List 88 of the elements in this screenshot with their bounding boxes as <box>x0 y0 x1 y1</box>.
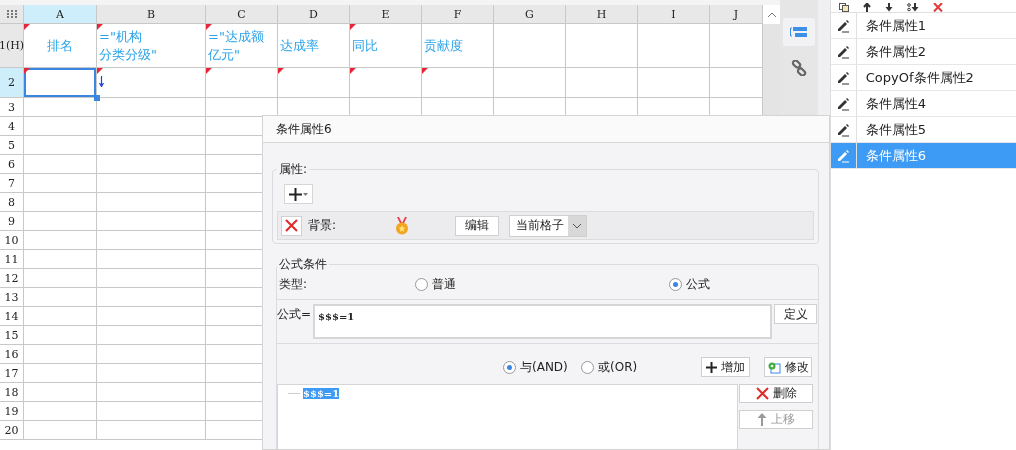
pencil-icon <box>836 122 851 137</box>
row-number[interactable]: 16 <box>0 345 24 364</box>
type-label: 类型: <box>279 275 309 293</box>
modify-button[interactable]: 修改 <box>764 357 812 377</box>
cell-text: ="达成额 <box>207 27 265 46</box>
row-number[interactable]: 3 <box>0 98 24 117</box>
row-number[interactable]: 1(H) <box>0 24 24 68</box>
pencil-icon <box>836 96 851 111</box>
row-number[interactable]: 12 <box>0 269 24 288</box>
row-number[interactable]: 4 <box>0 117 24 136</box>
row-number[interactable]: 9 <box>0 212 24 231</box>
panel-tool[interactable] <box>782 18 815 46</box>
cell-text: 贡献度 <box>423 36 464 55</box>
column-header[interactable]: B <box>97 5 206 24</box>
cell-text: 分类分级" <box>98 45 158 64</box>
property-label: 背景: <box>308 217 338 234</box>
move-bottom-icon[interactable] <box>906 3 919 12</box>
cell-text: 同比 <box>351 36 379 55</box>
column-header[interactable]: E <box>350 5 422 24</box>
dialog-title: 条件属性6 <box>276 120 332 138</box>
row-number[interactable]: 8 <box>0 193 24 212</box>
pencil-icon <box>836 44 851 59</box>
add-button[interactable]: 增加 <box>701 357 750 377</box>
row-number[interactable]: 2 <box>0 68 24 98</box>
row-number[interactable]: 11 <box>0 250 24 269</box>
pencil-icon <box>836 70 851 85</box>
down-arrow-icon[interactable] <box>884 3 893 12</box>
list-item[interactable]: 条件属性2 <box>830 39 1016 65</box>
plus-icon <box>706 361 717 373</box>
select-all-icon[interactable] <box>6 10 17 18</box>
add-button[interactable] <box>284 184 313 204</box>
column-header[interactable]: J <box>710 5 763 24</box>
up-caret-icon[interactable] <box>766 11 777 18</box>
cell-text: 亿元" <box>207 45 241 64</box>
column-header[interactable]: A <box>24 5 97 24</box>
row-number[interactable]: 6 <box>0 155 24 174</box>
formula-field[interactable]: $$$=1 <box>313 304 773 339</box>
list-item[interactable]: 条件属性4 <box>830 91 1016 117</box>
row-number[interactable]: 19 <box>0 402 24 421</box>
row-number[interactable]: 7 <box>0 174 24 193</box>
list-item[interactable]: 条件属性1 <box>830 13 1016 39</box>
copy-icon[interactable] <box>838 3 849 12</box>
define-button[interactable]: 定义 <box>774 304 818 324</box>
row-number[interactable]: 5 <box>0 136 24 155</box>
column-header[interactable]: G <box>494 5 566 24</box>
row-number[interactable]: 14 <box>0 307 24 326</box>
table-cell <box>638 24 710 68</box>
column-header[interactable]: C <box>206 5 278 24</box>
section-label: 属性: <box>278 161 309 178</box>
cell-text: 达成率 <box>279 36 320 55</box>
section-label: 公式条件 <box>278 256 328 273</box>
row-number[interactable]: 15 <box>0 326 24 345</box>
fill-handle[interactable] <box>94 95 100 101</box>
column-header[interactable]: H <box>566 5 638 24</box>
column-header[interactable]: F <box>422 5 494 24</box>
radio-option[interactable]: 公式 <box>669 275 769 293</box>
remove-button[interactable] <box>281 215 302 236</box>
radio-option[interactable]: 普通 <box>415 275 669 293</box>
close-icon <box>285 219 298 232</box>
link-icon[interactable] <box>790 60 807 76</box>
radio-option[interactable]: 与(AND) <box>503 358 581 376</box>
row-number[interactable]: 18 <box>0 383 24 402</box>
close-icon <box>755 387 769 400</box>
row-number[interactable]: 20 <box>0 421 24 440</box>
medal-icon <box>394 216 410 235</box>
radio-option[interactable]: 或(OR) <box>581 358 701 376</box>
formula-label: 公式= <box>277 306 312 323</box>
column-header[interactable]: I <box>638 5 710 24</box>
bars-icon <box>789 26 808 38</box>
table-cell <box>566 24 638 68</box>
cell-text: ="机构 <box>98 27 143 46</box>
plus-icon <box>289 187 302 201</box>
row-number[interactable]: 17 <box>0 364 24 383</box>
up-arrow-icon <box>757 413 767 426</box>
list-item[interactable]: CopyOf条件属性2 <box>830 65 1016 91</box>
up-arrow-icon[interactable] <box>862 3 871 12</box>
pencil-icon <box>836 148 851 163</box>
cell-text: 排名 <box>46 36 74 55</box>
pencil-icon <box>836 18 851 33</box>
row-number[interactable]: 13 <box>0 288 24 307</box>
chevron-down-icon <box>572 222 582 229</box>
column-header[interactable]: D <box>278 5 350 24</box>
close-icon[interactable] <box>932 3 943 12</box>
delete-button[interactable]: 删除 <box>739 384 813 403</box>
edit-button[interactable]: 编辑 <box>455 215 499 236</box>
caret-icon <box>303 192 308 196</box>
row-number[interactable]: 10 <box>0 231 24 250</box>
scope-dropdown[interactable]: 当前格子 <box>509 214 587 237</box>
